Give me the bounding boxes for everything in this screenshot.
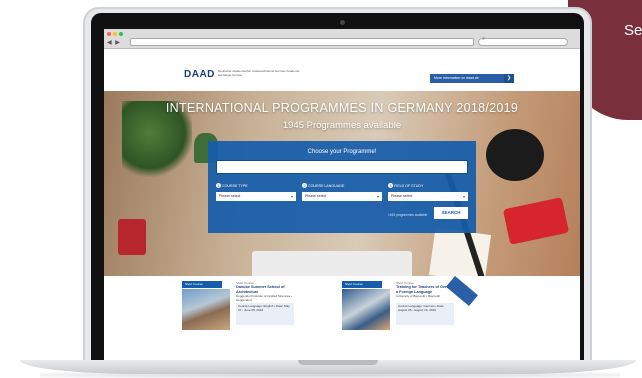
- hero-section: INTERNATIONAL PROGRAMMES IN GERMANY 2018…: [104, 91, 580, 276]
- close-dot-icon[interactable]: [107, 32, 111, 36]
- lamp-decoration: [486, 129, 544, 181]
- phone-decoration: [118, 219, 146, 255]
- card-ribbon: [446, 276, 478, 307]
- result-count: 1945 programmes available: [388, 213, 428, 217]
- programme-search-panel: Choose your Programme! 1 COURSE TYPE 2 COU…: [208, 141, 476, 233]
- hero-subtitle: 1945 Programmes available: [282, 120, 402, 131]
- cloth-decoration: [502, 197, 570, 245]
- card-header: Short Course: [342, 281, 382, 288]
- card-details: Course Language: German • Date: August 0…: [396, 303, 454, 325]
- search-icon: ⌕: [482, 36, 486, 42]
- camera-icon: [340, 20, 345, 25]
- logo-subtitle: Deutscher Akademischer Austauschdienst G…: [218, 69, 300, 77]
- browser-chrome: ◀ ▶ ⌕: [104, 29, 580, 49]
- laptop-notch: [298, 360, 378, 365]
- filter-label-course-language: 2 COURSE LANGUAGE: [302, 183, 345, 188]
- field-of-study-select[interactable]: Please select ▾: [388, 192, 468, 201]
- keyboard-decoration: [252, 251, 412, 276]
- laptop-screen: ◀ ▶ ⌕ DAAD Deutscher Akademischer Austau…: [104, 29, 580, 360]
- programme-search-input[interactable]: [216, 160, 468, 174]
- card-image-students[interactable]: [182, 289, 230, 330]
- card-details: Course Language: English • Date: May 27 …: [236, 303, 294, 325]
- maximize-dot-icon[interactable]: [119, 32, 123, 36]
- card-institution: University of Bayreuth • Bayreuth: [396, 294, 441, 298]
- filter-label-course-type: 1 COURSE TYPE: [216, 183, 248, 188]
- minimize-dot-icon[interactable]: [113, 32, 117, 36]
- filter-label-field-of-study: 3 FIELD OF STUDY: [388, 183, 424, 188]
- back-forward-buttons[interactable]: ◀ ▶: [107, 39, 121, 46]
- chevron-down-icon: ▾: [376, 194, 379, 199]
- hero-title: INTERNATIONAL PROGRAMMES IN GERMANY 2018…: [165, 101, 519, 115]
- more-info-link[interactable]: More information on daad.de: [430, 74, 504, 83]
- site-header: DAAD Deutscher Akademischer Austauschdie…: [104, 49, 580, 105]
- bottom-fade: [104, 329, 580, 360]
- corner-badge-text: Se: [624, 22, 642, 39]
- card-image-teacher[interactable]: [342, 289, 390, 330]
- stage: Se ◀ ▶ ⌕ DAAD Deutscher Akademischer Aus…: [0, 0, 642, 378]
- course-type-select[interactable]: Please select ▾: [216, 192, 296, 201]
- card-institution: Deggendorf Institute of Applied Sciences…: [236, 294, 292, 302]
- course-language-select[interactable]: Please select ▾: [302, 192, 382, 201]
- address-bar[interactable]: [130, 38, 474, 46]
- chevron-down-icon: ▾: [290, 194, 293, 199]
- search-button[interactable]: SEARCH: [434, 207, 468, 219]
- browser-search-field[interactable]: ⌕: [478, 36, 568, 46]
- chevron-right-icon[interactable]: ❯: [504, 74, 514, 83]
- chevron-down-icon: ▾: [462, 194, 465, 199]
- window-controls: [107, 32, 123, 36]
- daad-logo[interactable]: DAAD: [184, 69, 215, 80]
- panel-title: Choose your Programme!: [307, 149, 377, 155]
- card-title[interactable]: Danube Summer School of Architecture: [236, 285, 302, 294]
- card-header: Short Course: [182, 281, 222, 288]
